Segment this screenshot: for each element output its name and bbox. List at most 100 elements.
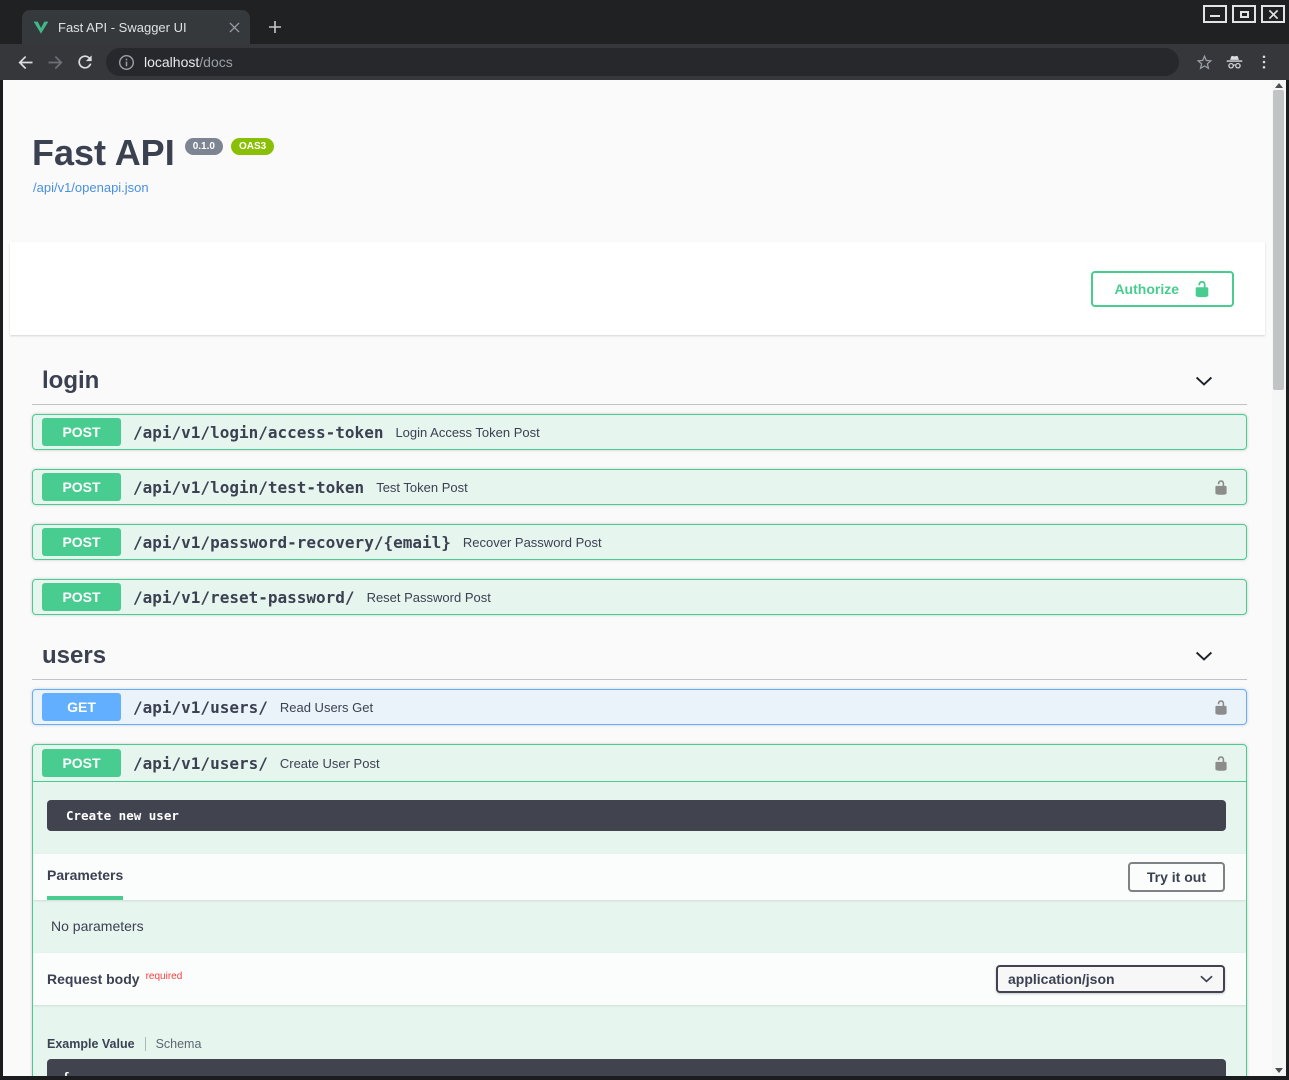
operation-description: Create new user <box>47 800 1226 831</box>
unlock-icon <box>1213 698 1229 717</box>
section-title: login <box>32 367 99 395</box>
operation-password-recovery[interactable]: POST /api/v1/password-recovery/{email} R… <box>32 524 1247 560</box>
request-body-label: Request body required <box>47 971 182 987</box>
parameters-tab: Parameters <box>47 854 123 900</box>
operation-summary: Test Token Post <box>376 480 468 495</box>
reload-icon <box>75 52 95 72</box>
section-users-header[interactable]: users <box>32 642 1247 680</box>
unlock-icon <box>1213 754 1229 773</box>
authorize-button[interactable]: Authorize <box>1091 271 1234 307</box>
parameters-header-bar: Parameters Try it out <box>33 854 1246 900</box>
reload-button[interactable] <box>70 48 100 76</box>
method-badge: GET <box>42 693 121 721</box>
operation-read-users[interactable]: GET /api/v1/users/ Read Users Get <box>32 689 1247 725</box>
fastapi-favicon-icon <box>33 19 49 35</box>
required-label: required <box>146 971 183 982</box>
api-info: Fast API 0.1.0 OAS3 /api/v1/openapi.json <box>3 80 1272 197</box>
try-it-out-button[interactable]: Try it out <box>1128 862 1225 892</box>
three-dots-icon <box>1255 53 1273 71</box>
new-tab-button[interactable] <box>267 19 283 35</box>
auth-lock-button[interactable] <box>1213 478 1229 497</box>
vertical-scrollbar[interactable] <box>1272 80 1286 1076</box>
method-badge: POST <box>42 473 121 501</box>
no-parameters-text: No parameters <box>33 900 1246 953</box>
version-badge: 0.1.0 <box>185 138 223 155</box>
operation-create-user-summary[interactable]: POST /api/v1/users/ Create User Post <box>33 745 1246 782</box>
tab-schema[interactable]: Schema <box>156 1037 202 1051</box>
model-example-tabs: Example Value Schema <box>47 1037 1226 1051</box>
operation-login-test-token[interactable]: POST /api/v1/login/test-token Test Token… <box>32 469 1247 505</box>
scrollbar-up-arrow[interactable] <box>1275 83 1283 88</box>
swagger-page: Fast API 0.1.0 OAS3 /api/v1/openapi.json… <box>3 80 1272 1076</box>
request-body-text: Request body <box>47 971 140 987</box>
tab-close-icon[interactable] <box>226 19 242 35</box>
section-login-header[interactable]: login <box>32 367 1247 405</box>
section-title: users <box>32 642 106 670</box>
auth-lock-button[interactable] <box>1213 754 1229 773</box>
window-maximize-button[interactable] <box>1232 5 1256 23</box>
method-badge: POST <box>42 418 121 446</box>
minimize-icon <box>1210 15 1220 17</box>
chevron-down-icon <box>1194 646 1214 666</box>
chevron-down-icon <box>1194 371 1214 391</box>
operation-summary: Reset Password Post <box>367 590 491 605</box>
browser-titlebar: Fast API - Swagger UI <box>0 0 1289 44</box>
scrollbar-thumb[interactable] <box>1273 90 1284 390</box>
browser-window: Fast API - Swagger UI localho <box>0 0 1289 1080</box>
tab-separator <box>145 1037 146 1051</box>
auth-lock-button[interactable] <box>1213 698 1229 717</box>
browser-tab[interactable]: Fast API - Swagger UI <box>22 10 250 44</box>
url-text: localhost/docs <box>144 54 233 70</box>
operation-path: /api/v1/login/access-token <box>133 423 383 442</box>
window-minimize-button[interactable] <box>1203 5 1227 23</box>
tab-example-value[interactable]: Example Value <box>47 1037 135 1051</box>
chevron-down-icon <box>1200 975 1213 983</box>
operation-list: POST /api/v1/login/access-token Login Ac… <box>32 414 1247 615</box>
site-info-icon[interactable] <box>118 54 135 71</box>
incognito-icon <box>1224 52 1245 73</box>
operation-login-access-token[interactable]: POST /api/v1/login/access-token Login Ac… <box>32 414 1247 450</box>
operation-summary: Recover Password Post <box>463 535 602 550</box>
forward-button[interactable] <box>40 48 70 76</box>
scheme-container: Authorize <box>10 242 1265 335</box>
unlock-icon <box>1213 478 1229 497</box>
openapi-spec-link[interactable]: /api/v1/openapi.json <box>33 180 149 195</box>
browser-toolbar: localhost/docs <box>0 44 1289 80</box>
scrollbar-down-arrow[interactable] <box>1275 1068 1283 1073</box>
url-path: /docs <box>199 54 232 70</box>
section-users: users GET /api/v1/users/ Read Users Get <box>32 642 1247 1076</box>
example-code-block: { <box>47 1059 1226 1076</box>
star-icon <box>1195 53 1214 72</box>
operation-path: /api/v1/users/ <box>133 754 268 773</box>
api-title-text: Fast API <box>32 133 175 173</box>
page-title: Fast API 0.1.0 OAS3 <box>32 133 1272 173</box>
operation-list: GET /api/v1/users/ Read Users Get POST <box>32 689 1247 1076</box>
operation-summary: Create User Post <box>280 756 380 771</box>
back-button[interactable] <box>10 48 40 76</box>
operation-path: /api/v1/users/ <box>133 698 268 717</box>
bookmark-button[interactable] <box>1189 48 1219 76</box>
media-type-select[interactable]: application/json <box>996 965 1225 993</box>
window-controls <box>1203 5 1285 23</box>
method-badge: POST <box>42 749 121 777</box>
operation-reset-password[interactable]: POST /api/v1/reset-password/ Reset Passw… <box>32 579 1247 615</box>
tab-title: Fast API - Swagger UI <box>58 20 226 35</box>
oas3-badge: OAS3 <box>231 138 274 155</box>
url-host: localhost <box>144 54 199 70</box>
operation-summary: Read Users Get <box>280 700 373 715</box>
arrow-right-icon <box>45 52 66 73</box>
address-bar[interactable]: localhost/docs <box>106 48 1179 76</box>
unlock-icon <box>1193 280 1211 298</box>
operation-summary: Login Access Token Post <box>395 425 539 440</box>
operation-path: /api/v1/login/test-token <box>133 478 364 497</box>
incognito-indicator <box>1219 48 1249 76</box>
method-badge: POST <box>42 528 121 556</box>
window-close-button[interactable] <box>1261 5 1285 23</box>
authorize-label: Authorize <box>1114 281 1179 297</box>
page-viewport: Fast API 0.1.0 OAS3 /api/v1/openapi.json… <box>3 80 1286 1076</box>
browser-menu-button[interactable] <box>1249 48 1279 76</box>
media-type-value: application/json <box>1008 971 1115 987</box>
request-body-header-bar: Request body required application/json <box>33 953 1246 1005</box>
operation-path: /api/v1/reset-password/ <box>133 588 355 607</box>
method-badge: POST <box>42 583 121 611</box>
